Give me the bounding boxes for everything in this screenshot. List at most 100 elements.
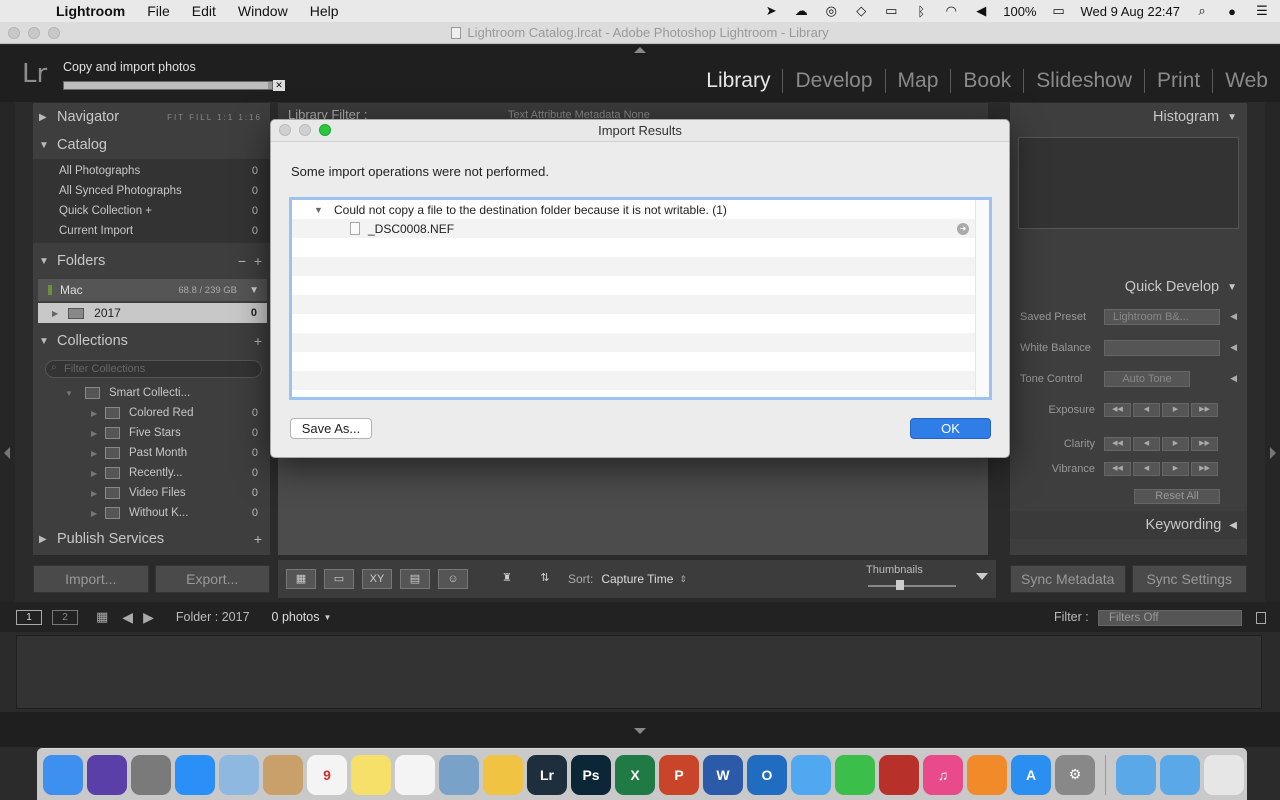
increase-icon[interactable]: ▶ <box>1162 436 1189 451</box>
exposure-buttons[interactable]: ◀◀ ◀ ▶ ▶▶ <box>1104 402 1218 417</box>
photo-count-menu[interactable]: 0 photos <box>272 610 320 624</box>
decrease-large-icon[interactable]: ◀◀ <box>1104 402 1131 417</box>
reset-all-button[interactable]: Reset All <box>1134 488 1220 504</box>
module-map[interactable]: Map <box>886 69 952 93</box>
outlook-icon[interactable]: O <box>747 754 787 795</box>
export-button[interactable]: Export... <box>154 565 270 593</box>
battery-percent[interactable]: 100% <box>1003 4 1036 19</box>
survey-view-icon[interactable]: ▤ <box>400 569 430 589</box>
compare-view-icon[interactable]: XY <box>362 569 392 589</box>
expand-icon[interactable]: ◀ <box>1230 311 1237 322</box>
photo-count-arrow-icon[interactable]: ▼ <box>324 613 332 622</box>
right-panel-toggle-icon[interactable] <box>1270 447 1276 459</box>
photos-icon[interactable] <box>483 754 523 795</box>
menu-help[interactable]: Help <box>310 3 339 19</box>
sync-metadata-button[interactable]: Sync Metadata <box>1010 565 1126 593</box>
increase-large-icon[interactable]: ▶▶ <box>1191 402 1218 417</box>
sync-icon[interactable]: ◎ <box>823 3 839 19</box>
catalog-item[interactable]: All Photographs 0 <box>33 161 270 181</box>
vibrance-buttons[interactable]: ◀◀ ◀ ▶ ▶▶ <box>1104 461 1218 476</box>
navigator-zoom-modes[interactable]: FIT FILL 1:1 1:16 <box>167 113 262 122</box>
filmstrip[interactable] <box>16 635 1262 709</box>
clock[interactable]: Wed 9 Aug 22:47 <box>1080 4 1180 19</box>
spotlight-icon[interactable]: ⌕ <box>1194 3 1210 19</box>
filter-lock-icon[interactable] <box>1256 612 1266 624</box>
bottom-panel-toggle-icon[interactable] <box>634 728 646 734</box>
smart-collection[interactable]: ▶ Past Month 0 <box>33 443 270 463</box>
filter-select[interactable]: Filters Off <box>1098 610 1242 626</box>
increase-large-icon[interactable]: ▶▶ <box>1191 436 1218 451</box>
safari-icon[interactable] <box>175 754 215 795</box>
ok-button[interactable]: OK <box>910 418 991 439</box>
filter-collections-input[interactable]: ⌕ Filter Collections <box>45 360 262 378</box>
ibooks-icon[interactable] <box>967 754 1007 795</box>
collapse-icon[interactable]: ▼ <box>65 389 79 398</box>
module-print[interactable]: Print <box>1145 69 1214 93</box>
forward-arrow-icon[interactable]: ▶ <box>143 609 154 626</box>
notes-icon[interactable] <box>351 754 391 795</box>
decrease-icon[interactable]: ◀ <box>1133 402 1160 417</box>
app-store-icon[interactable]: A <box>1011 754 1051 795</box>
menu-file[interactable]: File <box>147 3 170 19</box>
increase-icon[interactable]: ▶ <box>1162 402 1189 417</box>
siri-menu-icon[interactable]: ● <box>1224 4 1240 19</box>
sort-select-arrow-icon[interactable]: ⇕ <box>679 574 687 585</box>
reminders-icon[interactable] <box>395 754 435 795</box>
menu-app-name[interactable]: Lightroom <box>56 3 125 19</box>
file-row[interactable]: _DSC0008.NEF ➜ <box>292 219 989 238</box>
siri-icon[interactable] <box>87 754 127 795</box>
error-group-row[interactable]: ▼ Could not copy a file to the destinati… <box>292 200 989 219</box>
messages-icon[interactable] <box>791 754 831 795</box>
module-develop[interactable]: Develop <box>783 69 886 93</box>
itunes-icon[interactable]: ♫ <box>923 754 963 795</box>
save-as-button[interactable]: Save As... <box>290 418 372 439</box>
collapse-icon[interactable]: ▼ <box>314 205 326 215</box>
increase-large-icon[interactable]: ▶▶ <box>1191 461 1218 476</box>
launchpad-icon[interactable] <box>131 754 171 795</box>
photo-booth-icon[interactable] <box>879 754 919 795</box>
bluetooth-icon[interactable]: ᛒ <box>913 4 929 19</box>
saved-preset-select[interactable]: Lightroom B&... <box>1104 308 1220 325</box>
menu-window[interactable]: Window <box>238 3 288 19</box>
smart-collection[interactable]: ▶ Recently... 0 <box>33 463 270 483</box>
navigator-header[interactable]: ▶ Navigator FIT FILL 1:1 1:16 <box>33 103 270 131</box>
grid-icon[interactable]: ▦ <box>96 609 108 625</box>
image-capture-icon[interactable] <box>439 754 479 795</box>
dialog-close-button[interactable] <box>279 124 291 136</box>
module-web[interactable]: Web <box>1213 69 1268 93</box>
publish-services-header[interactable]: ▶ Publish Services + <box>33 525 270 553</box>
smart-collection[interactable]: ▶ Five Stars 0 <box>33 423 270 443</box>
smart-collection-set[interactable]: ▼ Smart Collecti... <box>33 383 270 403</box>
volume-row[interactable]: Mac 68.8 / 239 GB ▼ <box>38 279 267 301</box>
smart-collection[interactable]: ▶ Colored Red 0 <box>33 403 270 423</box>
creative-cloud-icon[interactable]: ☁ <box>793 3 809 19</box>
folder-row[interactable]: ▶ 2017 0 <box>38 303 267 323</box>
finder-icon[interactable] <box>43 754 83 795</box>
catalog-item[interactable]: Current Import 0 <box>33 221 270 241</box>
dialog-minimize-button[interactable] <box>299 124 311 136</box>
collections-header[interactable]: ▼ Collections + <box>33 327 270 355</box>
notification-center-icon[interactable]: ☰ <box>1254 3 1270 19</box>
zoom-button[interactable] <box>48 27 60 39</box>
decrease-icon[interactable]: ◀ <box>1133 461 1160 476</box>
minimize-button[interactable] <box>28 27 40 39</box>
primary-screen-button[interactable]: 1 <box>16 609 42 625</box>
airplay-icon[interactable]: ▭ <box>883 3 899 19</box>
add-collection-icon[interactable]: + <box>254 333 262 349</box>
thumbnail-size-slider[interactable] <box>868 585 956 587</box>
smart-collection[interactable]: ▶ Without K... 0 <box>33 503 270 523</box>
histogram-header[interactable]: Histogram ▼ <box>1010 103 1247 131</box>
import-results-list[interactable]: ▼ Could not copy a file to the destinati… <box>289 197 992 400</box>
loupe-view-icon[interactable]: ▭ <box>324 569 354 589</box>
toolbar-menu-icon[interactable] <box>976 573 988 580</box>
close-button[interactable] <box>8 27 20 39</box>
downloads-folder-icon[interactable] <box>1160 754 1200 795</box>
volume-icon[interactable]: ◀ <box>973 3 989 19</box>
catalog-item[interactable]: Quick Collection + 0 <box>33 201 270 221</box>
menu-edit[interactable]: Edit <box>192 3 216 19</box>
dialog-zoom-button[interactable] <box>319 124 331 136</box>
folders-header[interactable]: ▼ Folders − + <box>33 247 270 275</box>
auto-tone-button[interactable]: Auto Tone <box>1104 370 1190 387</box>
contacts-icon[interactable] <box>263 754 303 795</box>
increase-icon[interactable]: ▶ <box>1162 461 1189 476</box>
